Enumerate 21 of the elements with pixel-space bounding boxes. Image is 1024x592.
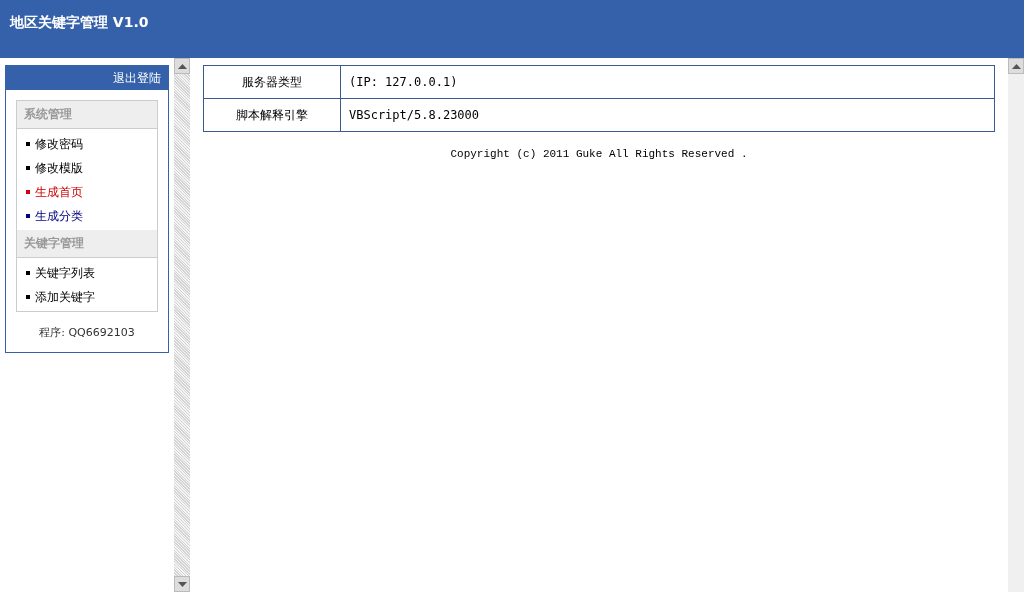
menu-link[interactable]: 修改密码: [35, 135, 83, 153]
menu-link[interactable]: 修改模版: [35, 159, 83, 177]
app-title: 地区关键字管理 V1.0: [10, 14, 149, 32]
program-credit: 程序: QQ6692103: [38, 325, 136, 341]
logout-link[interactable]: 退出登陆: [113, 69, 161, 87]
menu-link[interactable]: 添加关键字: [35, 288, 95, 306]
menu-link[interactable]: 关键字列表: [35, 264, 95, 282]
scroll-up-icon[interactable]: [177, 63, 187, 69]
scrollbar[interactable]: [1008, 58, 1024, 592]
section-header: 关键字管理: [17, 230, 157, 258]
menu-link[interactable]: 生成分类: [35, 207, 83, 225]
value-cell: VBScript/5.8.23000: [340, 98, 995, 132]
scrollbar[interactable]: [174, 58, 190, 592]
section-header: 系统管理: [17, 101, 157, 129]
value-cell: (IP: 127.0.0.1): [340, 65, 995, 99]
label-cell: 脚本解释引擎: [203, 98, 341, 132]
scroll-up-icon[interactable]: [1011, 63, 1021, 69]
scroll-down-icon[interactable]: [177, 581, 187, 587]
copyright-text: Copyright (c) 2011 Guke All Rights Reserved .: [449, 148, 749, 160]
label-cell: 服务器类型: [203, 65, 341, 99]
menu-link[interactable]: 生成首页: [35, 183, 83, 201]
